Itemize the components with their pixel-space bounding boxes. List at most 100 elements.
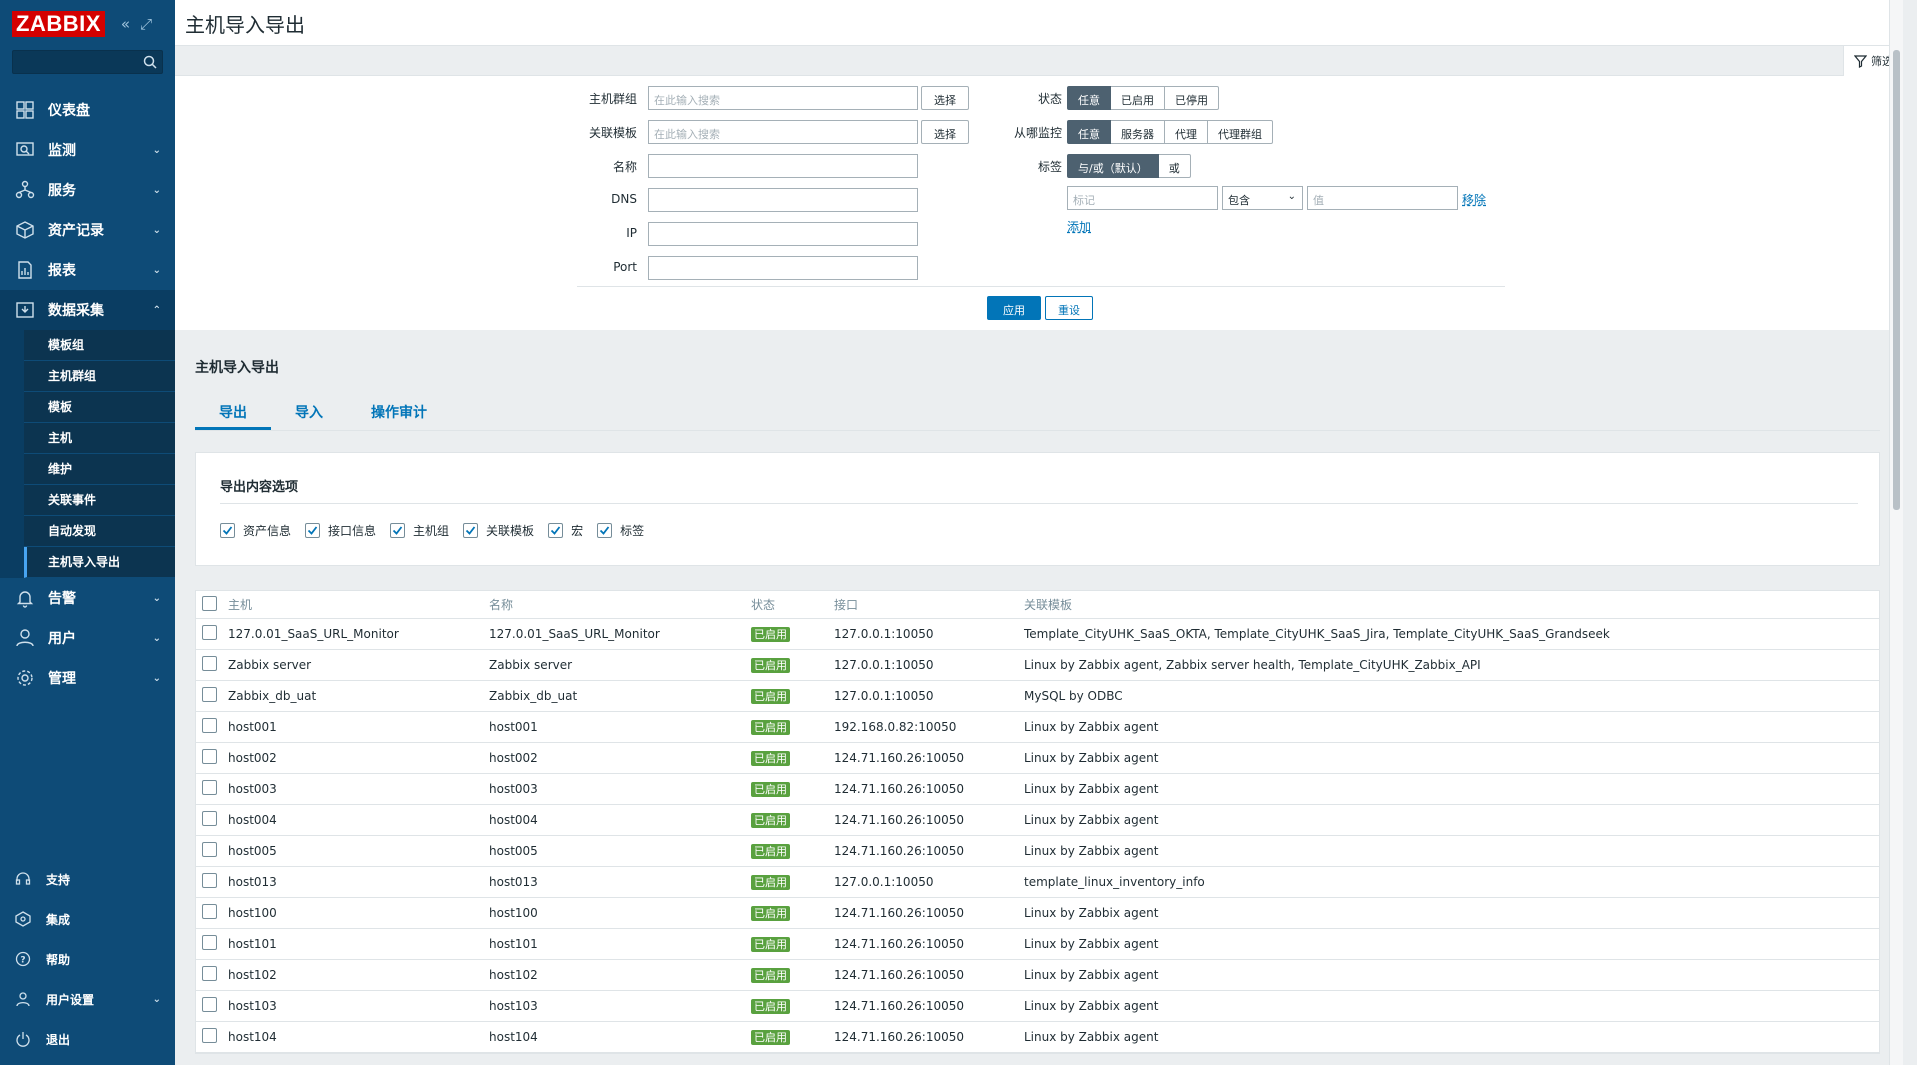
option-host-groups[interactable]: 主机组 xyxy=(390,522,449,539)
table-row[interactable]: host104 host104 已启用 124.71.160.26:10050 Linu… xyxy=(196,1022,1879,1053)
tab-audit[interactable]: 操作审计 xyxy=(347,398,451,430)
ip-input[interactable] xyxy=(648,222,918,246)
checkbox-checked[interactable] xyxy=(305,523,321,538)
table-row[interactable]: host100 host100 已启用 124.71.160.26:10050 Linu… xyxy=(196,898,1879,929)
nav-reports[interactable]: 报表 ⌄ xyxy=(0,250,175,290)
subnav-discovery[interactable]: 自动发现 xyxy=(24,516,175,547)
apply-button[interactable]: 应用 xyxy=(987,296,1041,320)
zabbix-logo[interactable]: ZABBIX xyxy=(12,10,105,37)
row-checkbox[interactable] xyxy=(202,811,217,826)
collapse-sidebar-icon[interactable]: « xyxy=(121,15,130,33)
row-checkbox[interactable] xyxy=(202,842,217,857)
row-checkbox[interactable] xyxy=(202,966,217,981)
nav-inventory[interactable]: 资产记录 ⌄ xyxy=(0,210,175,250)
row-checkbox[interactable] xyxy=(202,935,217,950)
table-row[interactable]: Zabbix server Zabbix server 已启用 127.0.0.1:1… xyxy=(196,650,1879,681)
subnav-host-import-export[interactable]: 主机导入导出 xyxy=(24,547,175,578)
checkbox-checked[interactable] xyxy=(597,523,613,538)
table-row[interactable]: host013 host013 已启用 127.0.0.1:10050 template… xyxy=(196,867,1879,898)
add-tag-link[interactable]: 添加 xyxy=(1067,218,1091,235)
nav-support[interactable]: 支持 xyxy=(0,859,175,899)
table-row[interactable]: host002 host002 已启用 124.71.160.26:10050 Linu… xyxy=(196,743,1879,774)
reset-button[interactable]: 重设 xyxy=(1045,296,1093,320)
status-enabled-option[interactable]: 已启用 xyxy=(1111,86,1165,110)
nav-alerts[interactable]: 告警 ⌄ xyxy=(0,578,175,618)
row-checkbox[interactable] xyxy=(202,904,217,919)
select-all-checkbox[interactable] xyxy=(202,595,217,611)
nav-user-settings[interactable]: 用户设置 ⌄ xyxy=(0,979,175,1019)
option-templates[interactable]: 关联模板 xyxy=(463,522,534,539)
table-row[interactable]: host003 host003 已启用 124.71.160.26:10050 Linu… xyxy=(196,774,1879,805)
column-host[interactable]: 主机 xyxy=(228,596,489,613)
nav-help[interactable]: ? 帮助 xyxy=(0,939,175,979)
column-name[interactable]: 名称 xyxy=(489,596,751,613)
row-checkbox[interactable] xyxy=(202,625,217,640)
page-scrollbar[interactable] xyxy=(1889,0,1903,1065)
nav-services[interactable]: 服务 ⌄ xyxy=(0,170,175,210)
subnav-event-correlation[interactable]: 关联事件 xyxy=(24,485,175,516)
checkbox-checked[interactable] xyxy=(463,523,479,538)
kiosk-mode-icon[interactable]: ⤢ xyxy=(140,15,152,33)
tags-and-or-option[interactable]: 与/或（默认） xyxy=(1067,154,1159,178)
nav-sign-out[interactable]: 退出 xyxy=(0,1019,175,1059)
host-group-select-button[interactable]: 选择 xyxy=(921,86,969,110)
option-tags[interactable]: 标签 xyxy=(597,522,644,539)
subnav-template-groups[interactable]: 模板组 xyxy=(24,330,175,361)
subnav-maintenance[interactable]: 维护 xyxy=(24,454,175,485)
monitored-by-any-option[interactable]: 任意 xyxy=(1067,120,1111,144)
search-icon[interactable] xyxy=(143,55,157,69)
row-checkbox[interactable] xyxy=(202,718,217,733)
sidebar-search-input[interactable] xyxy=(12,50,163,74)
monitored-by-proxy-option[interactable]: 代理 xyxy=(1165,120,1208,144)
subnav-host-groups[interactable]: 主机群组 xyxy=(24,361,175,392)
status-any-option[interactable]: 任意 xyxy=(1067,86,1111,110)
nav-administration[interactable]: 管理 ⌄ xyxy=(0,658,175,698)
tab-export[interactable]: 导出 xyxy=(195,398,271,430)
nav-data-collection[interactable]: 数据采集 ⌃ xyxy=(0,290,175,330)
row-checkbox[interactable] xyxy=(202,780,217,795)
subnav-templates[interactable]: 模板 xyxy=(24,392,175,423)
table-row[interactable]: Zabbix_db_uat Zabbix_db_uat 已启用 127.0.0.1:1… xyxy=(196,681,1879,712)
host-group-input[interactable]: 在此输入搜索 xyxy=(648,86,918,110)
row-checkbox[interactable] xyxy=(202,656,217,671)
nav-dashboard[interactable]: 仪表盘 xyxy=(0,90,175,130)
name-input[interactable] xyxy=(648,154,918,178)
scrollbar-thumb[interactable] xyxy=(1893,50,1900,510)
column-status[interactable]: 状态 xyxy=(751,596,834,613)
tab-import[interactable]: 导入 xyxy=(271,398,347,430)
table-row[interactable]: host004 host004 已启用 124.71.160.26:10050 Linu… xyxy=(196,805,1879,836)
option-macros[interactable]: 宏 xyxy=(548,522,583,539)
tag-name-input[interactable]: 标记 xyxy=(1067,186,1218,210)
column-interface[interactable]: 接口 xyxy=(834,596,1024,613)
nav-users[interactable]: 用户 ⌄ xyxy=(0,618,175,658)
monitored-by-proxy-group-option[interactable]: 代理群组 xyxy=(1208,120,1273,144)
table-row[interactable]: host103 host103 已启用 124.71.160.26:10050 Linu… xyxy=(196,991,1879,1022)
row-checkbox[interactable] xyxy=(202,873,217,888)
status-disabled-option[interactable]: 已停用 xyxy=(1165,86,1219,110)
subnav-hosts[interactable]: 主机 xyxy=(24,423,175,454)
row-checkbox[interactable] xyxy=(202,687,217,702)
checkbox-checked[interactable] xyxy=(390,523,406,538)
table-row[interactable]: host005 host005 已启用 124.71.160.26:10050 Linu… xyxy=(196,836,1879,867)
row-checkbox[interactable] xyxy=(202,1028,217,1043)
table-row[interactable]: host001 host001 已启用 192.168.0.82:10050 Linux… xyxy=(196,712,1879,743)
checkbox-checked[interactable] xyxy=(548,523,564,538)
tag-operator-select[interactable]: 包含 ⌄ xyxy=(1222,186,1303,210)
row-checkbox[interactable] xyxy=(202,997,217,1012)
table-row[interactable]: 127.0.01_SaaS_URL_Monitor 127.0.01_SaaS_U… xyxy=(196,619,1879,650)
table-row[interactable]: host102 host102 已启用 124.71.160.26:10050 Linu… xyxy=(196,960,1879,991)
template-input[interactable]: 在此输入搜索 xyxy=(648,120,918,144)
checkbox-checked[interactable] xyxy=(220,523,235,538)
nav-integrations[interactable]: 集成 xyxy=(0,899,175,939)
template-select-button[interactable]: 选择 xyxy=(921,120,969,144)
option-inventory[interactable]: 资产信息 xyxy=(220,522,291,539)
port-input[interactable] xyxy=(648,256,918,280)
column-templates[interactable]: 关联模板 xyxy=(1024,596,1879,613)
table-row[interactable]: host101 host101 已启用 124.71.160.26:10050 Linu… xyxy=(196,929,1879,960)
option-interfaces[interactable]: 接口信息 xyxy=(305,522,376,539)
dns-input[interactable] xyxy=(648,188,918,212)
row-checkbox[interactable] xyxy=(202,749,217,764)
remove-tag-link[interactable]: 移除 xyxy=(1462,191,1486,208)
nav-monitoring[interactable]: 监测 ⌄ xyxy=(0,130,175,170)
monitored-by-server-option[interactable]: 服务器 xyxy=(1111,120,1165,144)
